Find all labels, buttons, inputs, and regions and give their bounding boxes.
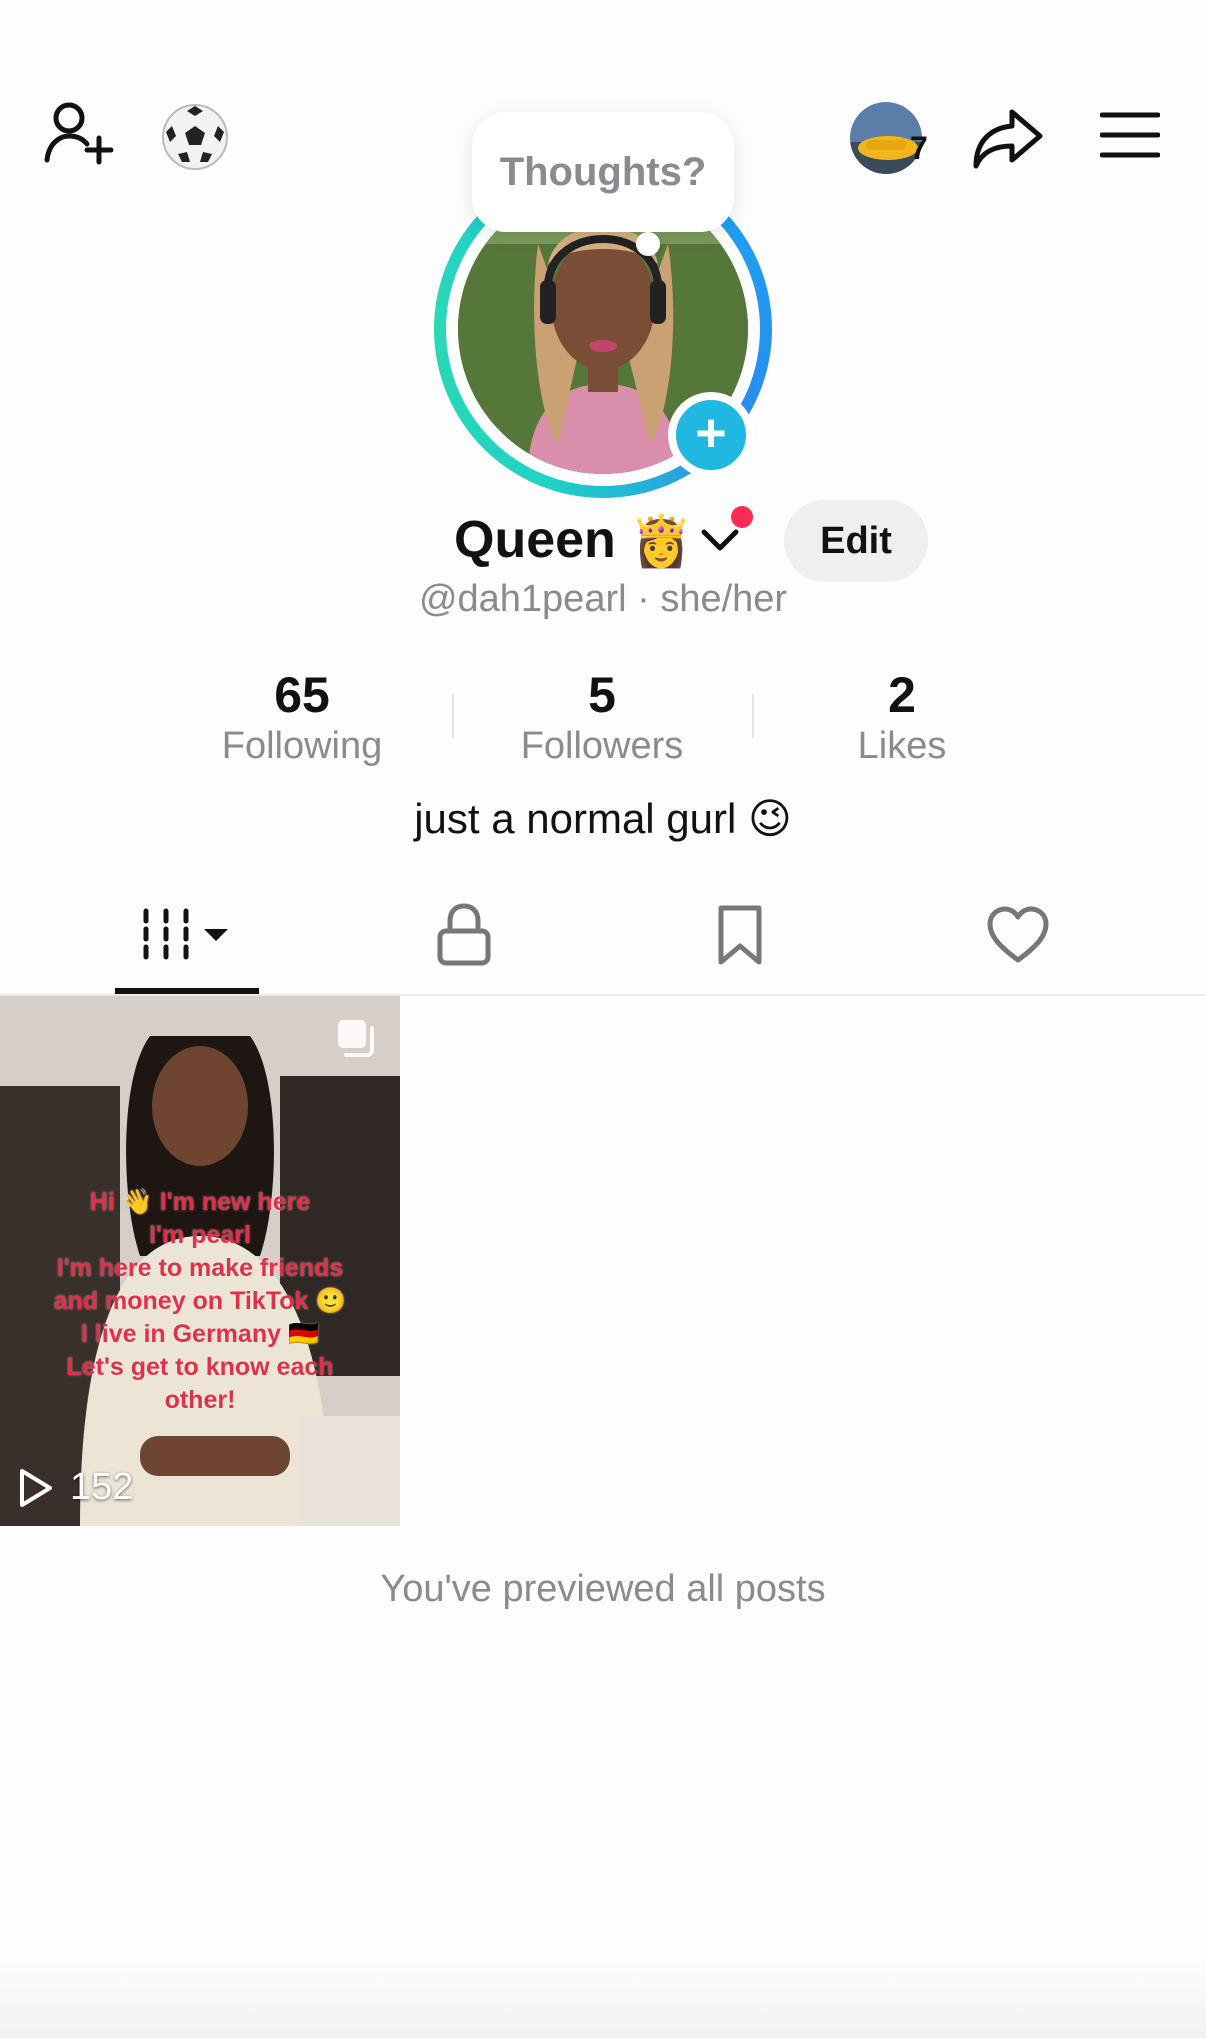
stat-likes[interactable]: 2 Likes [752, 666, 1052, 768]
menu-button[interactable] [1090, 100, 1170, 170]
tab-private[interactable] [314, 880, 614, 990]
name-emoji: 👸 [630, 513, 693, 569]
chevron-down-icon [701, 529, 739, 551]
tab-liked[interactable] [868, 880, 1168, 990]
share-icon [973, 109, 1043, 169]
username-pronouns: @dah1pearl · she/her [418, 578, 788, 620]
play-icon [18, 1468, 54, 1508]
multi-photo-icon [334, 1016, 378, 1060]
add-friend-icon [44, 102, 114, 165]
stat-likes-value: 2 [888, 667, 916, 723]
story-count: 7 [910, 130, 928, 166]
notification-dot [731, 506, 753, 528]
stat-followers[interactable]: 5 Followers [452, 666, 752, 768]
edit-profile-button[interactable]: Edit [784, 500, 928, 582]
videos-tab-icon [143, 908, 228, 960]
soccer-ball-icon [162, 104, 228, 170]
tab-videos[interactable] [38, 880, 338, 990]
stat-following-value: 65 [274, 667, 330, 723]
heart-icon [987, 906, 1049, 963]
stat-followers-value: 5 [588, 667, 616, 723]
video-caption-overlay: Hi 👋 I'm new here I'm pearl I'm here to … [53, 1188, 347, 1414]
lock-icon [437, 903, 491, 966]
menu-icon [1100, 112, 1160, 158]
soccer-ball-button[interactable] [158, 100, 232, 174]
play-count: 152 [70, 1466, 134, 1508]
thoughts-bubble[interactable]: Thoughts? [472, 112, 734, 232]
stat-likes-label: Likes [857, 725, 947, 767]
thought-bubble-dot [636, 232, 660, 256]
bio: just a normal gurl 😉 [414, 795, 792, 842]
stat-followers-label: Followers [520, 725, 684, 767]
add-story-plus-button[interactable]: + [668, 392, 754, 478]
end-of-posts-note: You've previewed all posts [380, 1568, 826, 1610]
bottom-fade [0, 1960, 1206, 2038]
stat-following[interactable]: 65 Following [152, 666, 452, 768]
display-name: Queen [454, 511, 616, 569]
video-thumbnail[interactable]: Hi 👋 I'm new here I'm pearl I'm here to … [0, 996, 400, 1526]
share-button[interactable] [966, 96, 1050, 180]
tab-saved[interactable] [590, 880, 890, 990]
add-friend-button[interactable] [38, 92, 120, 174]
stat-following-label: Following [221, 725, 383, 767]
bookmark-icon [718, 905, 762, 965]
